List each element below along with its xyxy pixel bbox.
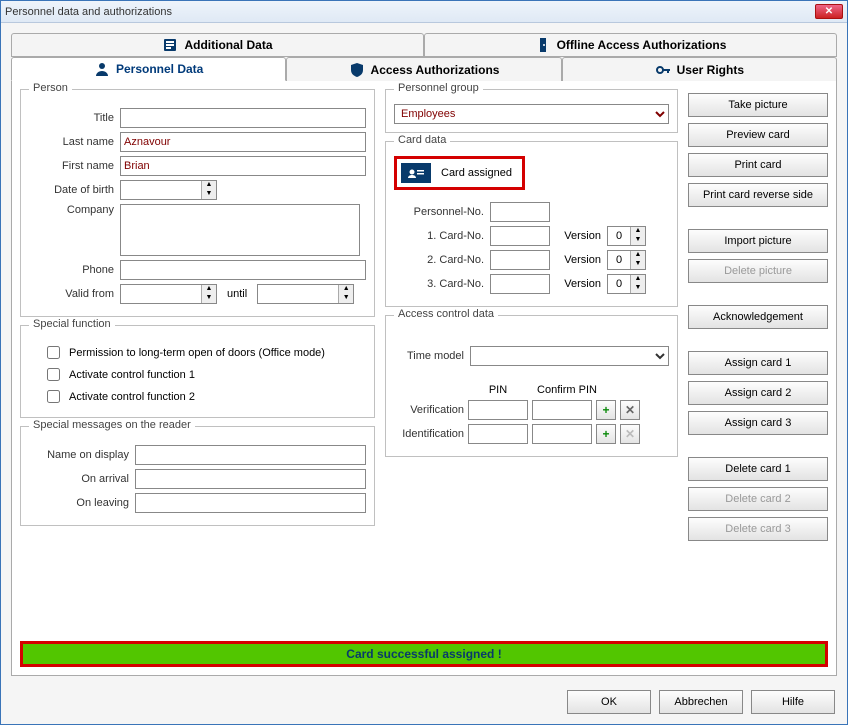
personnel-group-select[interactable]: Employees [394,104,669,124]
assign-card-3-button[interactable]: Assign card 3 [688,411,828,435]
status-bar: Card successful assigned ! [20,641,828,667]
card3-version-field[interactable]: ▲▼ [607,274,646,294]
card-status-text: Card assigned [441,167,512,179]
assign-card-2-button[interactable]: Assign card 2 [688,381,828,405]
card-status-highlight: Card assigned [394,156,525,190]
dob-field[interactable]: ▲▼ [120,180,217,200]
id-card-icon [401,163,431,183]
group-personnel-group: Personnel group Employees [385,89,678,133]
tab-personnel-data[interactable]: Personnel Data [11,57,286,81]
verification-pin-field[interactable] [468,400,528,420]
tab-row-upper: Additional Data Offline Access Authoriza… [11,33,837,57]
verification-clear-button[interactable]: ✕ [620,400,640,420]
status-text: Card successful assigned ! [346,647,501,661]
lastname-field[interactable] [120,132,366,152]
take-picture-button[interactable]: Take picture [688,93,828,117]
door-icon [535,37,551,53]
checkbox-control-2[interactable]: Activate control function 2 [43,387,366,406]
display-name-field[interactable] [135,445,366,465]
phone-field[interactable] [120,260,366,280]
preview-card-button[interactable]: Preview card [688,123,828,147]
group-person: Person Title Last name First name [20,89,375,317]
identification-clear-button[interactable]: ✕ [620,424,640,444]
identification-confirm-field[interactable] [532,424,592,444]
company-field[interactable] [120,204,360,256]
card1-version-field[interactable]: ▲▼ [607,226,646,246]
print-card-button[interactable]: Print card [688,153,828,177]
group-access-control: Access control data Time model PIN [385,315,678,457]
checkbox-control-1[interactable]: Activate control function 1 [43,365,366,384]
import-picture-button[interactable]: Import picture [688,229,828,253]
window-title: Personnel data and authorizations [5,6,172,18]
tab-access-authorizations[interactable]: Access Authorizations [286,57,561,81]
group-card-data: Card data Card assigned Personnel-No. [385,141,678,307]
card2-version-field[interactable]: ▲▼ [607,250,646,270]
delete-picture-button[interactable]: Delete picture [688,259,828,283]
delete-card-1-button[interactable]: Delete card 1 [688,457,828,481]
delete-card-3-button[interactable]: Delete card 3 [688,517,828,541]
chevron-up-icon[interactable]: ▲ [202,181,216,190]
validfrom-field[interactable]: ▲▼ [120,284,217,304]
chevron-down-icon[interactable]: ▼ [202,190,216,199]
card2-no-field[interactable] [490,250,550,270]
title-field[interactable] [120,108,366,128]
group-special-function: Special function Permission to long-term… [20,325,375,418]
verification-add-button[interactable]: + [596,400,616,420]
key-icon [655,62,671,78]
ok-button[interactable]: OK [567,690,651,714]
card1-no-field[interactable] [490,226,550,246]
shield-icon [349,62,365,78]
dialog-button-row: OK Abbrechen Hilfe [1,682,847,724]
tab-offline-access[interactable]: Offline Access Authorizations [424,33,837,56]
on-leaving-field[interactable] [135,493,366,513]
personnel-no-field[interactable] [490,202,550,222]
on-arrival-field[interactable] [135,469,366,489]
tab-user-rights[interactable]: User Rights [562,57,837,81]
verification-confirm-field[interactable] [532,400,592,420]
plus-icon: + [602,403,609,417]
checkbox-office-mode[interactable]: Permission to long-term open of doors (O… [43,343,366,362]
data-icon [162,37,178,53]
validuntil-field[interactable]: ▲▼ [257,284,354,304]
person-icon [94,61,110,77]
x-icon: ✕ [625,403,635,417]
identification-pin-field[interactable] [468,424,528,444]
acknowledgement-button[interactable]: Acknowledgement [688,305,828,329]
help-button[interactable]: Hilfe [751,690,835,714]
group-reader-messages: Special messages on the reader Name on d… [20,426,375,526]
x-icon: ✕ [625,427,635,441]
plus-icon: + [602,427,609,441]
card3-no-field[interactable] [490,274,550,294]
tab-row-lower: Personnel Data Access Authorizations Use… [11,57,837,81]
print-reverse-button[interactable]: Print card reverse side [688,183,828,207]
tab-additional-data[interactable]: Additional Data [11,33,424,56]
identification-add-button[interactable]: + [596,424,616,444]
close-icon: ✕ [825,6,833,17]
dialog-window: Personnel data and authorizations ✕ Addi… [0,0,848,725]
cancel-button[interactable]: Abbrechen [659,690,743,714]
firstname-field[interactable] [120,156,366,176]
assign-card-1-button[interactable]: Assign card 1 [688,351,828,375]
delete-card-2-button[interactable]: Delete card 2 [688,487,828,511]
titlebar: Personnel data and authorizations ✕ [1,1,847,23]
time-model-select[interactable] [470,346,669,366]
close-button[interactable]: ✕ [815,4,843,19]
tab-content: Person Title Last name First name [11,81,837,676]
